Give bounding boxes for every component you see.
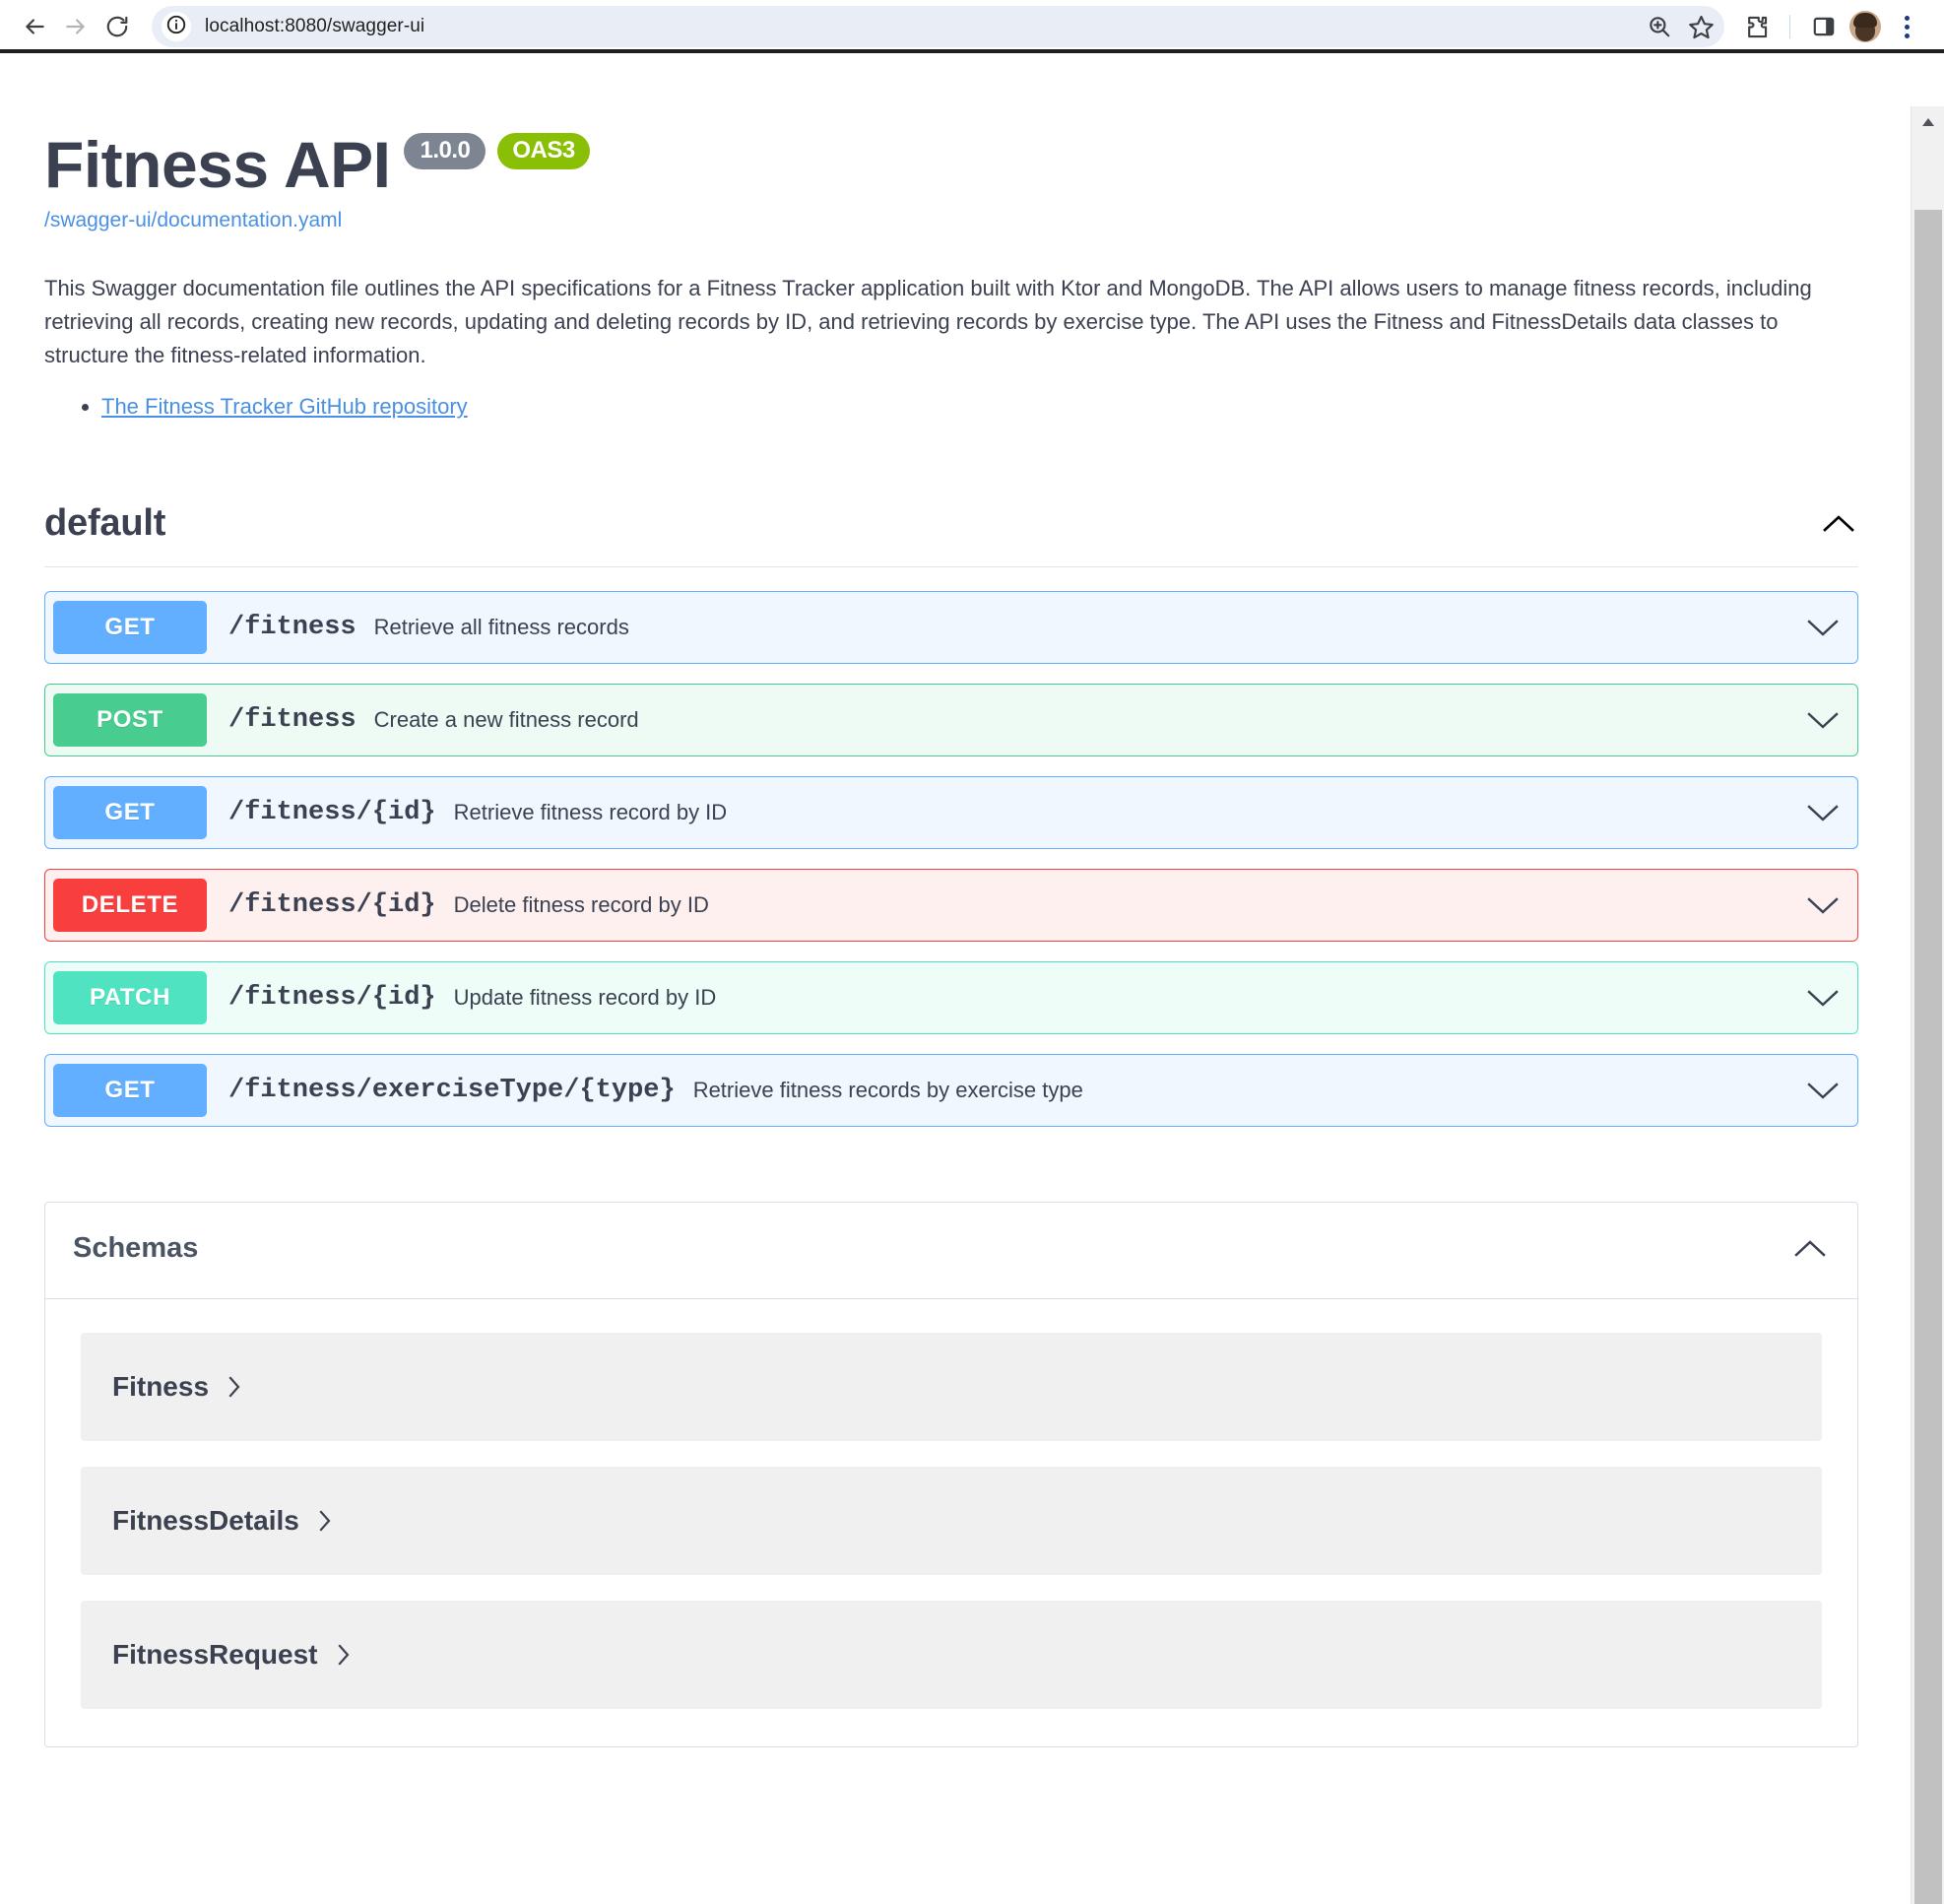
chevron-down-icon[interactable] bbox=[1802, 983, 1844, 1013]
chevron-right-icon[interactable] bbox=[317, 1508, 333, 1534]
operation-path: /fitness bbox=[228, 613, 356, 643]
scrollbar-thumb[interactable] bbox=[1914, 210, 1942, 1904]
schema-name: FitnessRequest bbox=[112, 1639, 318, 1671]
schemas-header[interactable]: Schemas bbox=[45, 1203, 1857, 1300]
operation-path: /fitness bbox=[228, 705, 356, 736]
swagger-ui-root: Fitness API 1.0.0 OAS3 /swagger-ui/docum… bbox=[0, 53, 1903, 1748]
back-button[interactable] bbox=[14, 6, 55, 47]
toolbar-divider bbox=[1789, 15, 1790, 38]
vertical-scrollbar[interactable] bbox=[1911, 106, 1944, 1904]
operation-summary: Update fitness record by ID bbox=[453, 985, 717, 1011]
zoom-in-icon[interactable] bbox=[1647, 14, 1672, 39]
http-method-badge: GET bbox=[53, 1064, 207, 1118]
chevron-down-icon[interactable] bbox=[1802, 705, 1844, 735]
puzzle-piece-icon bbox=[1743, 14, 1770, 40]
operation-summary: Create a new fitness record bbox=[373, 707, 639, 733]
operation-path: /fitness/exerciseType/{type} bbox=[228, 1076, 676, 1106]
version-badge: 1.0.0 bbox=[404, 132, 486, 169]
avatar[interactable] bbox=[1849, 11, 1881, 42]
chevron-down-icon[interactable] bbox=[1802, 613, 1844, 642]
address-bar[interactable]: localhost:8080/swagger-ui bbox=[152, 6, 1724, 47]
schema-item-fitness[interactable]: Fitness bbox=[81, 1333, 1822, 1442]
operation-summary: Retrieve fitness record by ID bbox=[453, 800, 728, 825]
side-panel-icon bbox=[1811, 14, 1837, 39]
operation-summary: Retrieve all fitness records bbox=[373, 615, 629, 640]
operation-path: /fitness/{id} bbox=[228, 798, 436, 828]
avatar-beard bbox=[1855, 26, 1875, 41]
schemas-list: Fitness FitnessDetails FitnessRequest bbox=[45, 1299, 1857, 1746]
spec-url-link[interactable]: /swagger-ui/documentation.yaml bbox=[44, 209, 1858, 232]
avatar-hair bbox=[1853, 13, 1877, 28]
page-viewport: Fitness API 1.0.0 OAS3 /swagger-ui/docum… bbox=[0, 53, 1944, 1904]
schemas-section: Schemas Fitness FitnessDetails FitnessRe… bbox=[44, 1202, 1858, 1748]
api-info-block: Fitness API 1.0.0 OAS3 /swagger-ui/docum… bbox=[0, 53, 1903, 420]
api-description: This Swagger documentation file outlines… bbox=[44, 276, 1812, 368]
star-icon[interactable] bbox=[1688, 14, 1715, 40]
api-title-text: Fitness API bbox=[44, 128, 391, 201]
operation-summary: Retrieve fitness records by exercise typ… bbox=[692, 1078, 1083, 1103]
chevron-up-icon[interactable] bbox=[1819, 512, 1858, 536]
api-description-links: The Fitness Tracker GitHub repository bbox=[44, 394, 1858, 420]
http-method-badge: DELETE bbox=[53, 879, 207, 933]
reload-button[interactable] bbox=[97, 6, 138, 47]
schema-item-fitnessrequest[interactable]: FitnessRequest bbox=[81, 1601, 1822, 1710]
side-panel-button[interactable] bbox=[1804, 7, 1844, 46]
http-method-badge: PATCH bbox=[53, 971, 207, 1025]
chevron-right-icon[interactable] bbox=[336, 1642, 352, 1668]
url-text: localhost:8080/swagger-ui bbox=[205, 16, 425, 36]
operation-row-get-fitness-id[interactable]: GET /fitness/{id} Retrieve fitness recor… bbox=[44, 776, 1858, 850]
operation-row-post-fitness[interactable]: POST /fitness Create a new fitness recor… bbox=[44, 684, 1858, 757]
kebab-menu-icon bbox=[1904, 15, 1910, 38]
operation-row-get-fitness-exercisetype[interactable]: GET /fitness/exerciseType/{type} Retriev… bbox=[44, 1054, 1858, 1128]
oas-badge: OAS3 bbox=[497, 132, 590, 169]
site-info-button[interactable] bbox=[162, 12, 191, 41]
http-method-badge: GET bbox=[53, 601, 207, 655]
triangle-up-icon bbox=[1921, 114, 1935, 132]
chrome-menu-button[interactable] bbox=[1887, 7, 1926, 46]
forward-button[interactable] bbox=[55, 6, 97, 47]
schemas-title: Schemas bbox=[73, 1232, 199, 1265]
chevron-up-icon[interactable] bbox=[1790, 1237, 1830, 1261]
schema-item-fitnessdetails[interactable]: FitnessDetails bbox=[81, 1467, 1822, 1576]
schema-name: FitnessDetails bbox=[112, 1505, 299, 1537]
operation-row-patch-fitness-id[interactable]: PATCH /fitness/{id} Update fitness recor… bbox=[44, 961, 1858, 1035]
operation-path: /fitness/{id} bbox=[228, 983, 436, 1014]
info-circle-icon bbox=[165, 14, 187, 40]
schema-name: Fitness bbox=[112, 1371, 210, 1403]
http-method-badge: POST bbox=[53, 693, 207, 748]
extensions-button[interactable] bbox=[1736, 7, 1776, 46]
chevron-down-icon[interactable] bbox=[1802, 798, 1844, 827]
browser-toolbar: localhost:8080/swagger-ui bbox=[0, 0, 1944, 53]
chevron-down-icon[interactable] bbox=[1802, 890, 1844, 920]
arrow-left-icon bbox=[22, 14, 47, 39]
http-method-badge: GET bbox=[53, 786, 207, 840]
tag-section-default: default GET /fitness Retrieve all fitnes… bbox=[0, 502, 1903, 1128]
list-item: The Fitness Tracker GitHub repository bbox=[101, 394, 1858, 420]
operation-row-get-fitness[interactable]: GET /fitness Retrieve all fitness record… bbox=[44, 591, 1858, 665]
operations-list: GET /fitness Retrieve all fitness record… bbox=[44, 591, 1858, 1128]
arrow-right-icon bbox=[63, 14, 89, 39]
operation-row-delete-fitness-id[interactable]: DELETE /fitness/{id} Delete fitness reco… bbox=[44, 869, 1858, 943]
github-repository-link[interactable]: The Fitness Tracker GitHub repository bbox=[101, 394, 468, 419]
operation-summary: Delete fitness record by ID bbox=[453, 892, 709, 918]
operation-path: /fitness/{id} bbox=[228, 890, 436, 921]
reload-icon bbox=[104, 14, 130, 39]
tag-header[interactable]: default bbox=[44, 502, 1858, 568]
scroll-up-button[interactable] bbox=[1912, 106, 1944, 140]
chevron-right-icon[interactable] bbox=[227, 1374, 242, 1400]
chevron-down-icon[interactable] bbox=[1802, 1076, 1844, 1105]
tag-name: default bbox=[44, 502, 166, 545]
omnibox-actions bbox=[1647, 6, 1715, 47]
browser-action-icons bbox=[1736, 7, 1930, 46]
page-title: Fitness API 1.0.0 OAS3 bbox=[44, 132, 1858, 197]
